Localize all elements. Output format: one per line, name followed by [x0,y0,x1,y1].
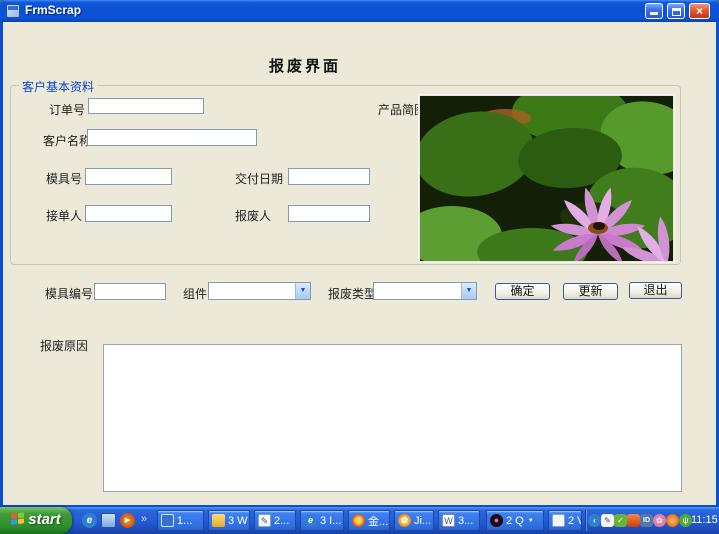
taskbar-button-group[interactable]: 2 V ▼ [548,510,582,531]
ok-button[interactable]: 确定 [495,283,550,300]
scrap-reason-label: 报废原因 [40,337,88,354]
mold-number-input[interactable] [85,168,172,185]
mold-code-label: 模具编号 [45,285,93,302]
taskbar-button-group[interactable]: 3 W ▼ [208,510,250,531]
windows-logo-icon [11,512,25,526]
taskbar-button-label: 1... [177,515,192,527]
folder-tray-icon[interactable] [627,514,640,527]
scrap-type-dropdown[interactable]: ▼ [373,282,477,300]
order-taker-input[interactable] [85,205,172,222]
mold-code-input[interactable] [94,283,166,300]
taskbar-button-label: 3 I... [320,515,341,527]
toolbar-overflow-chevron[interactable]: » [141,513,147,525]
internet-explorer-icon: e [304,514,317,527]
messenger-tray-icon[interactable]: ✓ [614,514,627,527]
taskbar-button-label: 金... [368,513,388,529]
notepad-icon: ✎ [258,514,271,527]
exit-button[interactable]: 退出 [629,282,682,299]
media-player-tray-icon[interactable]: ‹ [588,514,601,527]
chevron-down-icon[interactable]: ▼ [295,283,310,299]
taskbar-button-label: 2 V [568,515,582,527]
taskbar-button-label: 3 W [228,515,248,527]
document-icon: W [442,514,455,527]
order-number-label: 订单号 [49,101,85,118]
taskbar-button[interactable]: 金... [348,510,390,531]
start-label: start [28,511,61,528]
app-icon [6,4,20,18]
notes-tray-icon[interactable]: ✎ [601,514,614,527]
scrapped-by-label: 报废人 [235,207,271,224]
flower-tray-icon[interactable]: ✿ [653,514,666,527]
form-window-icon [161,514,174,527]
chevron-down-icon: ▼ [528,518,534,524]
maximize-icon [672,8,681,16]
minimize-icon [650,12,658,15]
order-number-input[interactable] [88,98,204,114]
taskbar-button-label: 2... [274,515,289,527]
scrap-type-label: 报废类型 [328,285,376,302]
mold-number-label: 模具号 [46,170,82,187]
page-title: 报废界面 [245,55,365,76]
delivery-date-label: 交付日期 [235,170,283,187]
title-bar[interactable]: FrmScrap × [0,0,719,22]
taskbar: start e ▶ » 1... 3 W ▼ ✎ 2... e 3 I... ▼… [0,507,719,534]
taskbar-button[interactable]: ✎ 2... [254,510,296,531]
taskbar-button[interactable]: W 3... [438,510,480,531]
id-tray-icon[interactable]: ID [640,514,653,527]
maximize-button[interactable] [667,3,685,19]
folder-icon [212,514,225,527]
taskbar-button-group[interactable]: ● 2 Q ▼ [486,510,544,531]
order-taker-label: 接单人 [46,207,82,224]
taskbar-button[interactable]: ✿ Ji... [394,510,434,531]
delivery-date-input[interactable] [288,168,370,185]
customer-info-groupbox: 客户基本资料 订单号 客户名称 模具号 交付日期 接单人 报废人 产品简图 [10,85,681,265]
component-dropdown[interactable]: ▼ [208,282,311,300]
flower-app-icon: ✿ [398,514,411,527]
taskbar-button-label: 3... [458,515,473,527]
customer-name-label: 客户名称 [43,132,91,149]
tray-clock: 11:15 [691,507,718,534]
close-button[interactable]: × [689,3,710,19]
taskbar-button-label: Ji... [414,515,431,527]
update-tray-icon[interactable] [666,514,679,527]
customer-name-input[interactable] [87,129,257,146]
internet-explorer-icon[interactable]: e [82,513,97,528]
component-selected-value [209,283,295,299]
start-button[interactable]: start [0,507,72,534]
taskbar-button[interactable]: 1... [157,510,204,531]
taskbar-button-group[interactable]: e 3 I... ▼ [300,510,344,531]
window-title: FrmScrap [25,0,81,22]
show-desktop-icon[interactable] [101,513,116,528]
media-player-icon[interactable]: ▶ [120,513,135,528]
scrapped-by-input[interactable] [288,205,370,222]
scrap-type-selected-value [374,283,461,299]
chevron-down-icon[interactable]: ▼ [461,283,476,299]
minimize-button[interactable] [645,3,663,19]
taskbar-button-label: 2 Q [506,515,524,527]
groupbox-title: 客户基本资料 [19,78,97,95]
tray-divider [585,510,586,531]
product-image [419,95,674,262]
water-lilies-picture [420,96,673,261]
kingsoft-app-icon [352,514,365,527]
qq-penguin-icon: ● [490,514,503,527]
form-client-area: 报废界面 客户基本资料 订单号 客户名称 模具号 交付日期 接单人 报废人 产品… [3,22,716,505]
scrap-reason-textarea[interactable] [103,344,682,492]
frmscrap-window: FrmScrap × 报废界面 客户基本资料 订单号 客户名称 模具号 交付日期… [0,0,719,507]
component-label: 组件 [183,285,207,302]
window-app-icon [552,514,565,527]
update-button[interactable]: 更新 [563,283,618,300]
